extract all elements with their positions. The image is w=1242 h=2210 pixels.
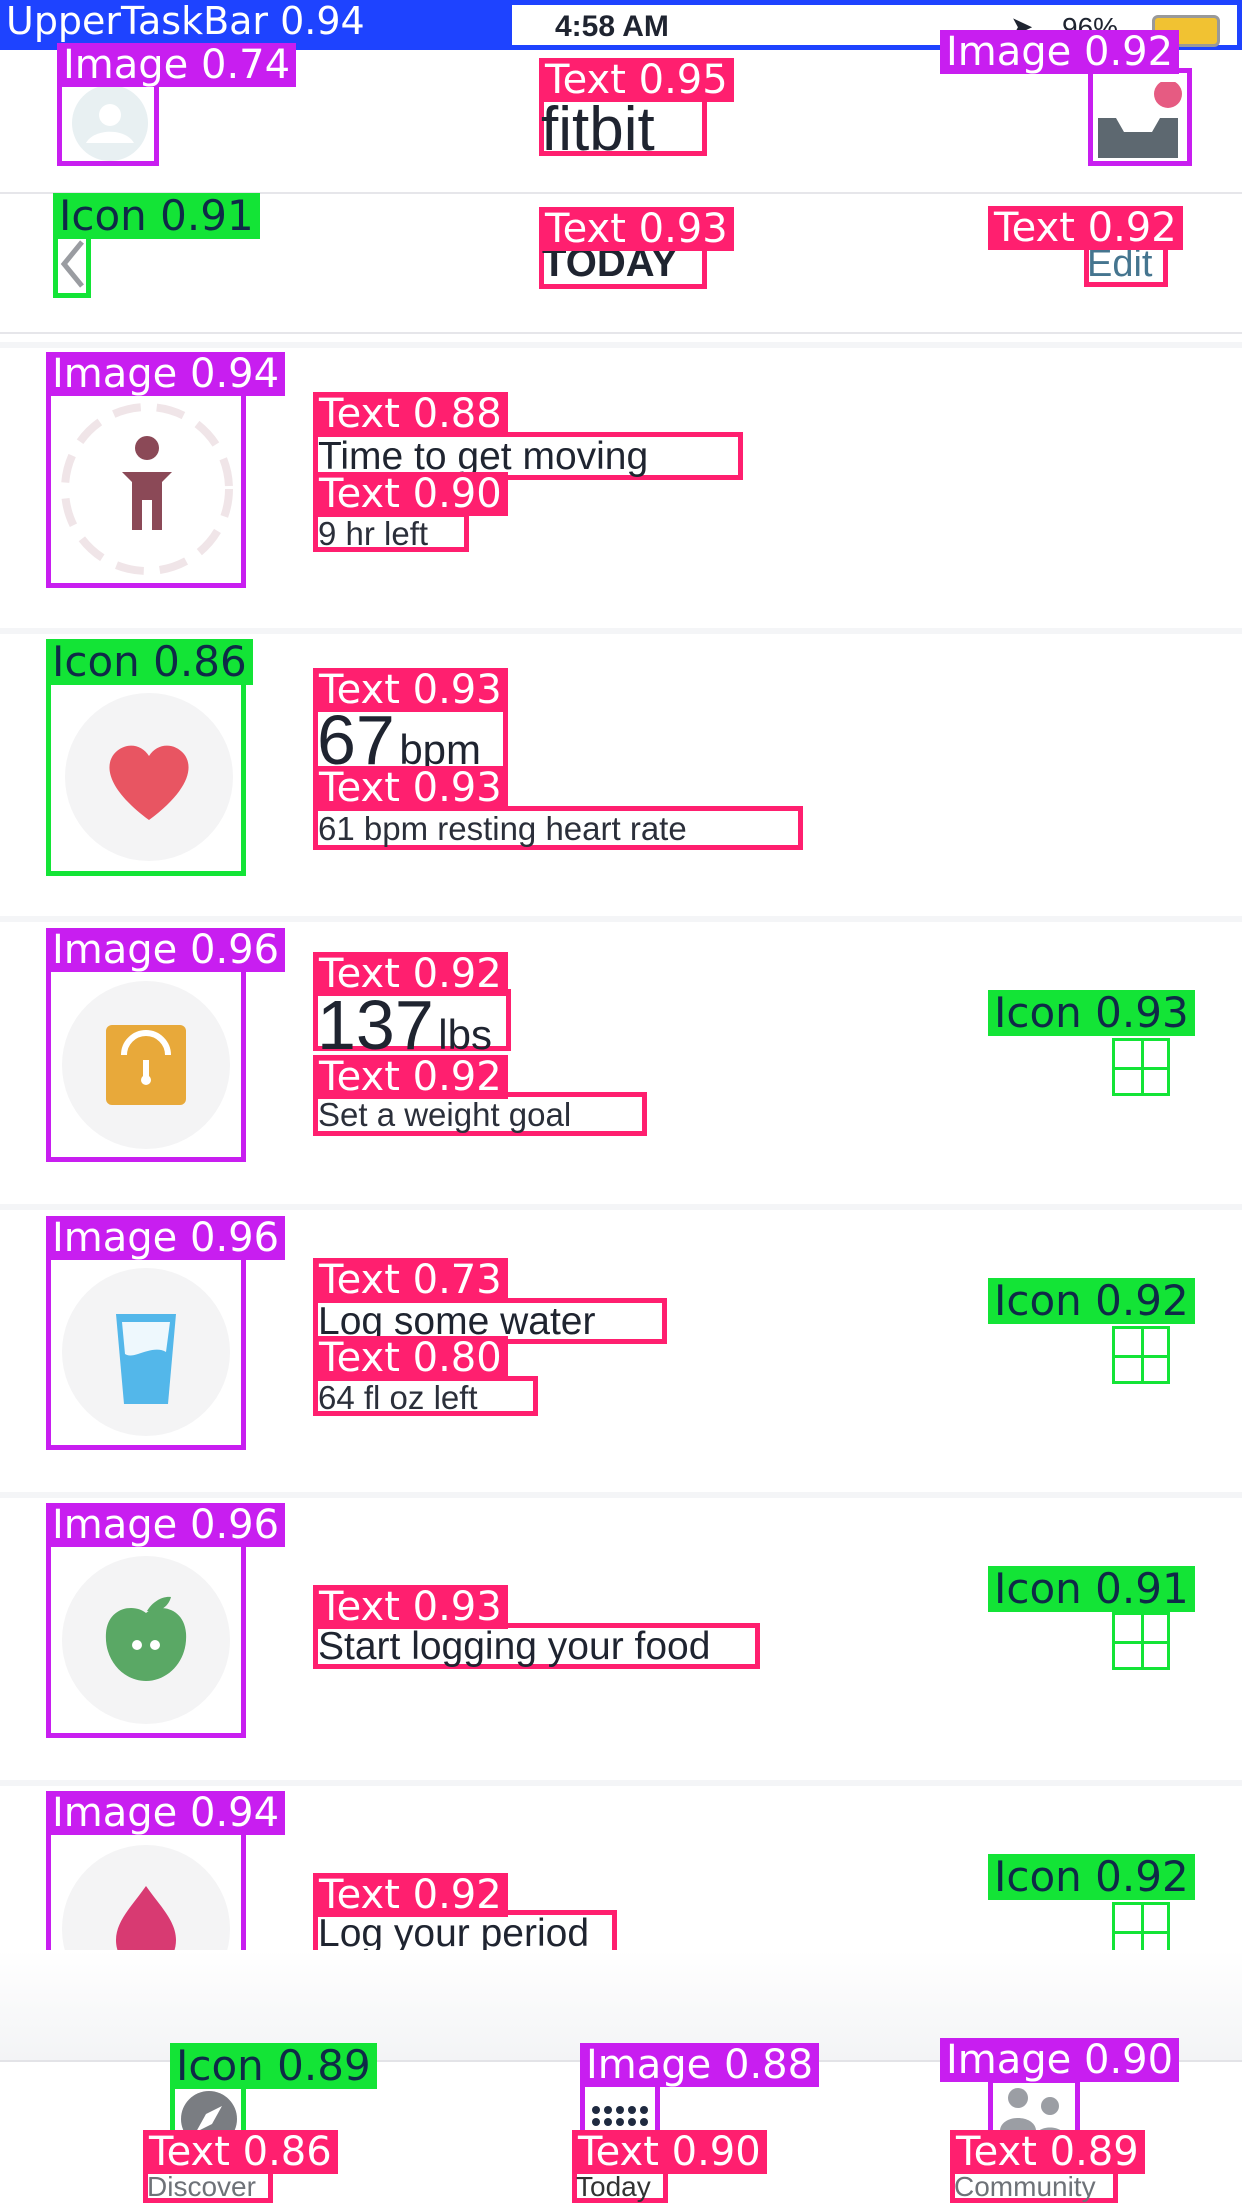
water-add-icon[interactable] [1112, 1326, 1170, 1384]
community-image-label: Image 0.90 [940, 2038, 1180, 2082]
brand-text-label: Text 0.95 [539, 58, 734, 102]
heart-rate-icon-label: Icon 0.86 [46, 639, 253, 685]
inbox-image-label: Image 0.92 [940, 30, 1180, 74]
upper-task-bar-label: UpperTaskBar 0.94 [0, 0, 512, 46]
today-nav-image-label: Image 0.88 [580, 2043, 820, 2087]
heart-rate-value-label: Text 0.93 [313, 668, 508, 712]
water-image-label: Image 0.96 [46, 1216, 286, 1260]
today-text-label: Text 0.90 [572, 2130, 767, 2174]
period-add-icon-label: Icon 0.92 [988, 1854, 1195, 1900]
period-image-label: Image 0.94 [46, 1791, 286, 1835]
weight-image-label: Image 0.96 [46, 928, 286, 972]
water-sub-label: Text 0.80 [313, 1336, 508, 1380]
date-divider [0, 332, 1242, 334]
weight-sub-label: Text 0.92 [313, 1055, 508, 1099]
profile-avatar-icon [72, 85, 148, 161]
back-icon-label: Icon 0.91 [53, 193, 260, 239]
profile-image-label: Image 0.74 [57, 43, 297, 87]
row-3-top-line [0, 916, 1242, 922]
nav-discover[interactable]: Discover [147, 2171, 256, 2203]
discover-text-label: Text 0.86 [143, 2130, 338, 2174]
community-text-label: Text 0.89 [950, 2130, 1145, 2174]
row-5-top-line [0, 1492, 1242, 1498]
weight-number: 137 [317, 986, 434, 1064]
heart-rate-sub-label: Text 0.93 [313, 766, 508, 810]
water-title-label: Text 0.73 [313, 1258, 508, 1302]
activity-image-label: Image 0.94 [46, 352, 286, 396]
food-add-icon[interactable] [1112, 1612, 1170, 1670]
period-title-label: Text 0.92 [313, 1873, 508, 1917]
row-4-top-line [0, 1204, 1242, 1210]
activity-title-label: Text 0.88 [313, 392, 508, 436]
food-image-label: Image 0.96 [46, 1503, 286, 1547]
weight-subtitle: Set a weight goal [318, 1096, 572, 1133]
weight-add-icon[interactable] [1112, 1038, 1170, 1096]
activity-icon [61, 403, 233, 575]
status-time: 4:58 AM [555, 10, 669, 43]
heart-icon [65, 693, 233, 861]
discover-icon-label: Icon 0.89 [170, 2043, 377, 2089]
weight-value-label: Text 0.92 [313, 952, 508, 996]
food-title-label: Text 0.93 [313, 1585, 508, 1629]
app-brand: fitbit [541, 95, 655, 164]
edit-text-label: Text 0.92 [988, 206, 1183, 250]
nav-today[interactable]: Today [576, 2171, 651, 2203]
inbox-icon [1092, 80, 1184, 162]
today-title-label: Text 0.93 [539, 207, 734, 251]
water-subtitle: 64 fl oz left [318, 1379, 478, 1416]
row-1-top-line [0, 342, 1242, 348]
apple-icon [62, 1556, 230, 1724]
row-6-top-line [0, 1780, 1242, 1786]
nav-community[interactable]: Community [954, 2171, 1096, 2203]
heart-rate-subtitle: 61 bpm resting heart rate [318, 810, 687, 847]
food-title[interactable]: Start logging your food [318, 1625, 710, 1669]
weight-add-icon-label: Icon 0.93 [988, 990, 1195, 1036]
water-add-icon-label: Icon 0.92 [988, 1278, 1195, 1324]
food-add-icon-label: Icon 0.91 [988, 1566, 1195, 1612]
back-arrow-icon[interactable] [58, 238, 86, 290]
activity-sub-label: Text 0.90 [313, 472, 508, 516]
activity-subtitle: 9 hr left [318, 515, 429, 552]
weight-unit: lbs [438, 1011, 492, 1058]
scale-icon [62, 981, 230, 1149]
weight-value[interactable]: 137 lbs [317, 985, 492, 1065]
water-glass-icon [62, 1268, 230, 1436]
row-2-top-line [0, 628, 1242, 634]
